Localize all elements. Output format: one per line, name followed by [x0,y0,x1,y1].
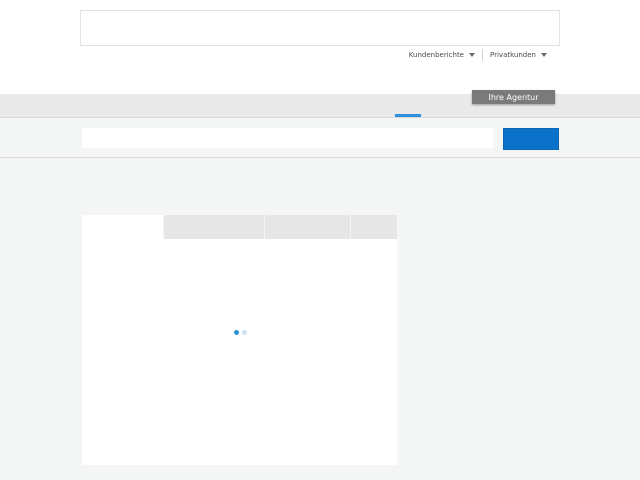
chevron-down-icon [469,53,475,57]
privatkunden-label: Privatkunden [490,51,536,59]
loading-indicator [234,330,247,335]
search-button[interactable] [503,128,559,150]
main-content [0,158,640,480]
tab-1[interactable] [82,215,163,239]
kundenberichte-menu[interactable]: Kundenberichte [402,51,482,59]
loading-dot-inactive [242,330,247,335]
search-input[interactable] [82,128,493,148]
kundenberichte-label: Kundenberichte [408,51,464,59]
tab-3[interactable] [264,215,350,239]
content-panel [82,215,397,465]
tab-2[interactable] [163,215,264,239]
privatkunden-menu[interactable]: Privatkunden [483,51,554,59]
active-nav-indicator [395,114,421,117]
search-band [0,118,640,158]
top-banner-box [80,10,560,46]
chevron-down-icon [541,53,547,57]
ihre-agentur-button[interactable]: Ihre Agentur [472,90,555,104]
header-links: Kundenberichte Privatkunden [402,49,554,61]
tab-4[interactable] [350,215,397,239]
loading-dot-active [234,330,239,335]
panel-tabs [82,215,397,239]
